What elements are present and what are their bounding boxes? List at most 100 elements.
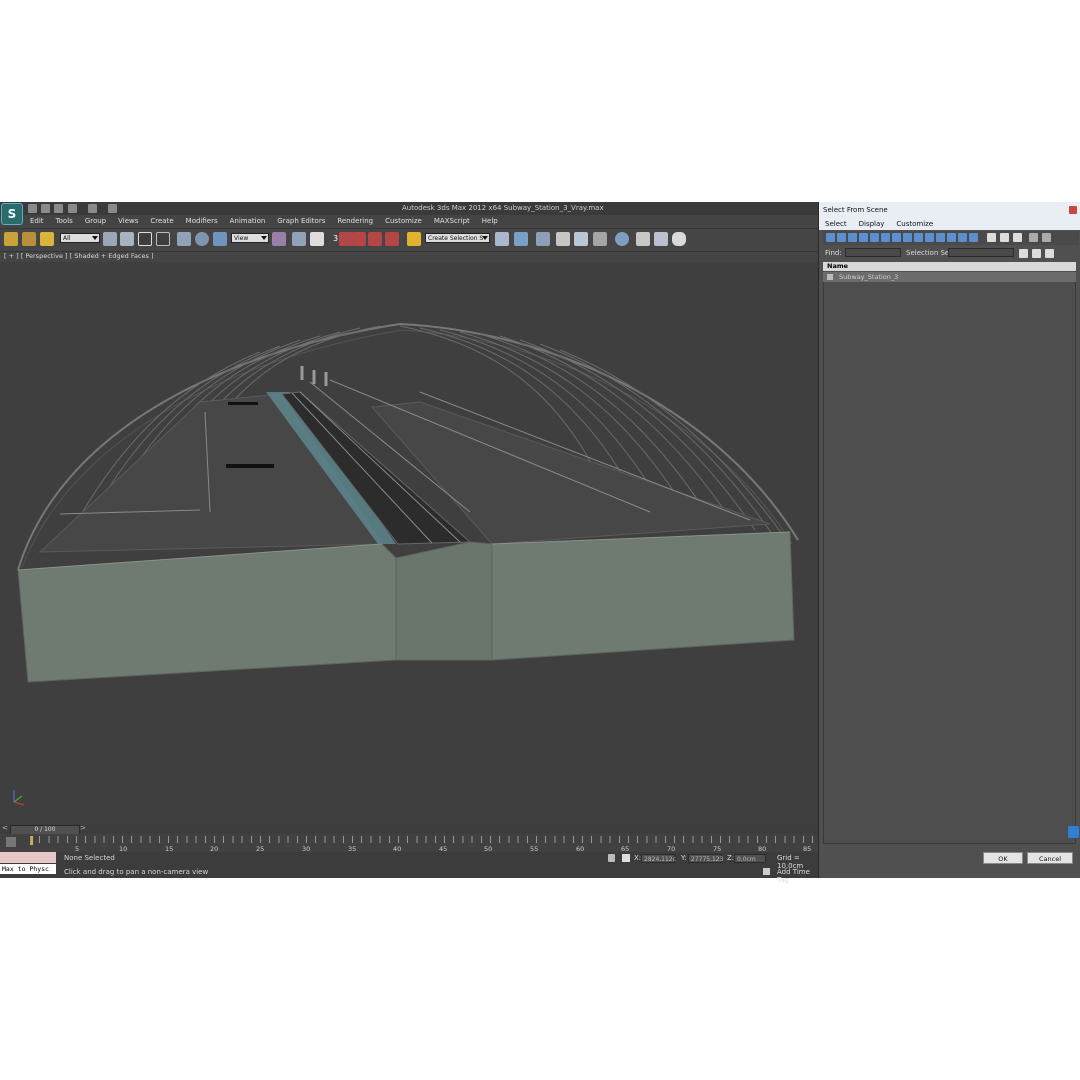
menu-tools[interactable]: Tools [50,216,79,227]
x-coordinate-field[interactable]: 2824,112c [641,854,676,863]
bind-space-warp-icon[interactable] [40,232,54,246]
menu-graph-editors[interactable]: Graph Editors [271,216,331,227]
column-header-name[interactable]: Name [823,262,1076,271]
close-icon[interactable] [1069,206,1077,214]
display-all-icon[interactable] [958,233,967,242]
rotate-icon[interactable] [195,232,209,246]
scale-icon[interactable] [213,232,227,246]
keyboard-shortcut-override-icon[interactable] [310,232,324,246]
display-containers-icon[interactable] [925,233,934,242]
display-cameras-icon[interactable] [859,233,868,242]
material-editor-icon[interactable] [615,232,629,246]
menu-animation[interactable]: Animation [224,216,272,227]
display-shapes-icon[interactable] [837,233,846,242]
maxscript-mini-listener[interactable]: Max to Physc [0,864,56,874]
selection-lock-icon[interactable] [608,854,615,862]
add-time-tag[interactable]: Add Time Tag [777,868,818,884]
dialog-menu-customize[interactable]: Customize [890,218,939,230]
link-icon[interactable] [4,232,18,246]
snaps-toggle-icon[interactable] [339,232,353,246]
move-icon[interactable] [177,232,191,246]
redo-icon[interactable] [88,204,97,213]
new-file-icon[interactable] [28,204,37,213]
select-from-scene-dialog: Select From Scene Select Display Customi… [818,202,1080,878]
angle-snap-icon[interactable] [352,232,366,246]
prev-frame-icon[interactable]: < [2,824,8,832]
select-object-icon[interactable] [103,232,117,246]
display-none-icon[interactable] [969,233,978,242]
select-and-manipulate-icon[interactable] [292,232,306,246]
menu-modifiers[interactable]: Modifiers [180,216,224,227]
display-geometry-icon[interactable] [826,233,835,242]
time-tag-icon[interactable] [763,868,770,875]
schematic-view-icon[interactable] [593,232,607,246]
y-coordinate-field[interactable]: 27775,123 [688,854,723,863]
dialog-menu-display[interactable]: Display [853,218,891,230]
menu-help[interactable]: Help [476,216,504,227]
menu-group[interactable]: Group [79,216,112,227]
select-influences-icon[interactable] [1045,249,1054,258]
maxscript-listener-input[interactable] [0,852,56,863]
display-groups-icon[interactable] [892,233,901,242]
object-list[interactable] [823,262,1076,844]
select-none-icon[interactable] [1000,233,1009,242]
select-by-name-icon[interactable] [120,232,134,246]
list-item[interactable]: Subway_Station_3 [823,272,1076,282]
open-file-icon[interactable] [41,204,50,213]
window-crossing-icon[interactable] [156,232,170,246]
application-button-icon[interactable]: S [1,203,23,225]
selection-set-dropdown[interactable] [948,248,1014,257]
mirror-icon[interactable] [495,232,509,246]
select-dependents-icon[interactable] [1019,249,1028,258]
display-bones-icon[interactable] [914,233,923,242]
reference-coordinate-dropdown[interactable]: View [231,233,269,243]
project-folder-icon[interactable] [108,204,117,213]
select-all-icon[interactable] [987,233,996,242]
edit-named-selection-icon[interactable] [407,232,421,246]
menu-maxscript[interactable]: MAXScript [428,216,476,227]
undo-icon[interactable] [68,204,77,213]
select-invert-icon[interactable] [1013,233,1022,242]
track-bar[interactable]: 5 10 15 20 25 30 35 40 45 50 55 60 65 70… [0,834,818,853]
display-helpers-icon[interactable] [870,233,879,242]
mini-curve-editor-icon[interactable] [6,837,16,847]
perspective-viewport[interactable] [0,262,818,824]
viewport-label[interactable]: [ + ] [ Perspective ] [ Shaded + Edged F… [4,252,154,260]
menu-rendering[interactable]: Rendering [331,216,379,227]
pivot-center-icon[interactable] [272,232,286,246]
rectangular-selection-icon[interactable] [138,232,152,246]
curve-editor-icon[interactable] [574,232,588,246]
percent-snap-icon[interactable] [368,232,382,246]
sync-selection-icon[interactable] [1029,233,1038,242]
display-lights-icon[interactable] [848,233,857,242]
menu-customize[interactable]: Customize [379,216,428,227]
selection-filter-dropdown[interactable]: All [60,233,100,243]
spinner-snap-icon[interactable] [385,232,399,246]
teamviewer-icon[interactable] [1068,826,1079,838]
filter-icon[interactable] [1042,233,1051,242]
display-space-warps-icon[interactable] [881,233,890,242]
absolute-mode-icon[interactable] [622,854,630,862]
next-frame-icon[interactable]: > [80,824,86,832]
display-xrefs-icon[interactable] [903,233,912,242]
named-selection-dropdown[interactable]: Create Selection S [425,233,490,243]
unlink-icon[interactable] [22,232,36,246]
select-children-icon[interactable] [1032,249,1041,258]
cancel-button[interactable]: Cancel [1027,852,1073,864]
find-input[interactable] [845,248,901,257]
display-hidden-icon[interactable] [947,233,956,242]
graphite-ribbon-icon[interactable] [556,232,570,246]
menu-edit[interactable]: Edit [24,216,50,227]
align-icon[interactable] [514,232,528,246]
layer-manager-icon[interactable] [536,232,550,246]
ok-button[interactable]: OK [983,852,1023,864]
z-coordinate-field[interactable]: 0,0cm [734,854,766,863]
rendered-frame-window-icon[interactable] [654,232,668,246]
menu-create[interactable]: Create [144,216,179,227]
dialog-menu-select[interactable]: Select [819,218,853,230]
display-frozen-icon[interactable] [936,233,945,242]
render-setup-icon[interactable] [636,232,650,246]
menu-views[interactable]: Views [112,216,144,227]
save-file-icon[interactable] [54,204,63,213]
render-production-icon[interactable] [672,232,686,246]
